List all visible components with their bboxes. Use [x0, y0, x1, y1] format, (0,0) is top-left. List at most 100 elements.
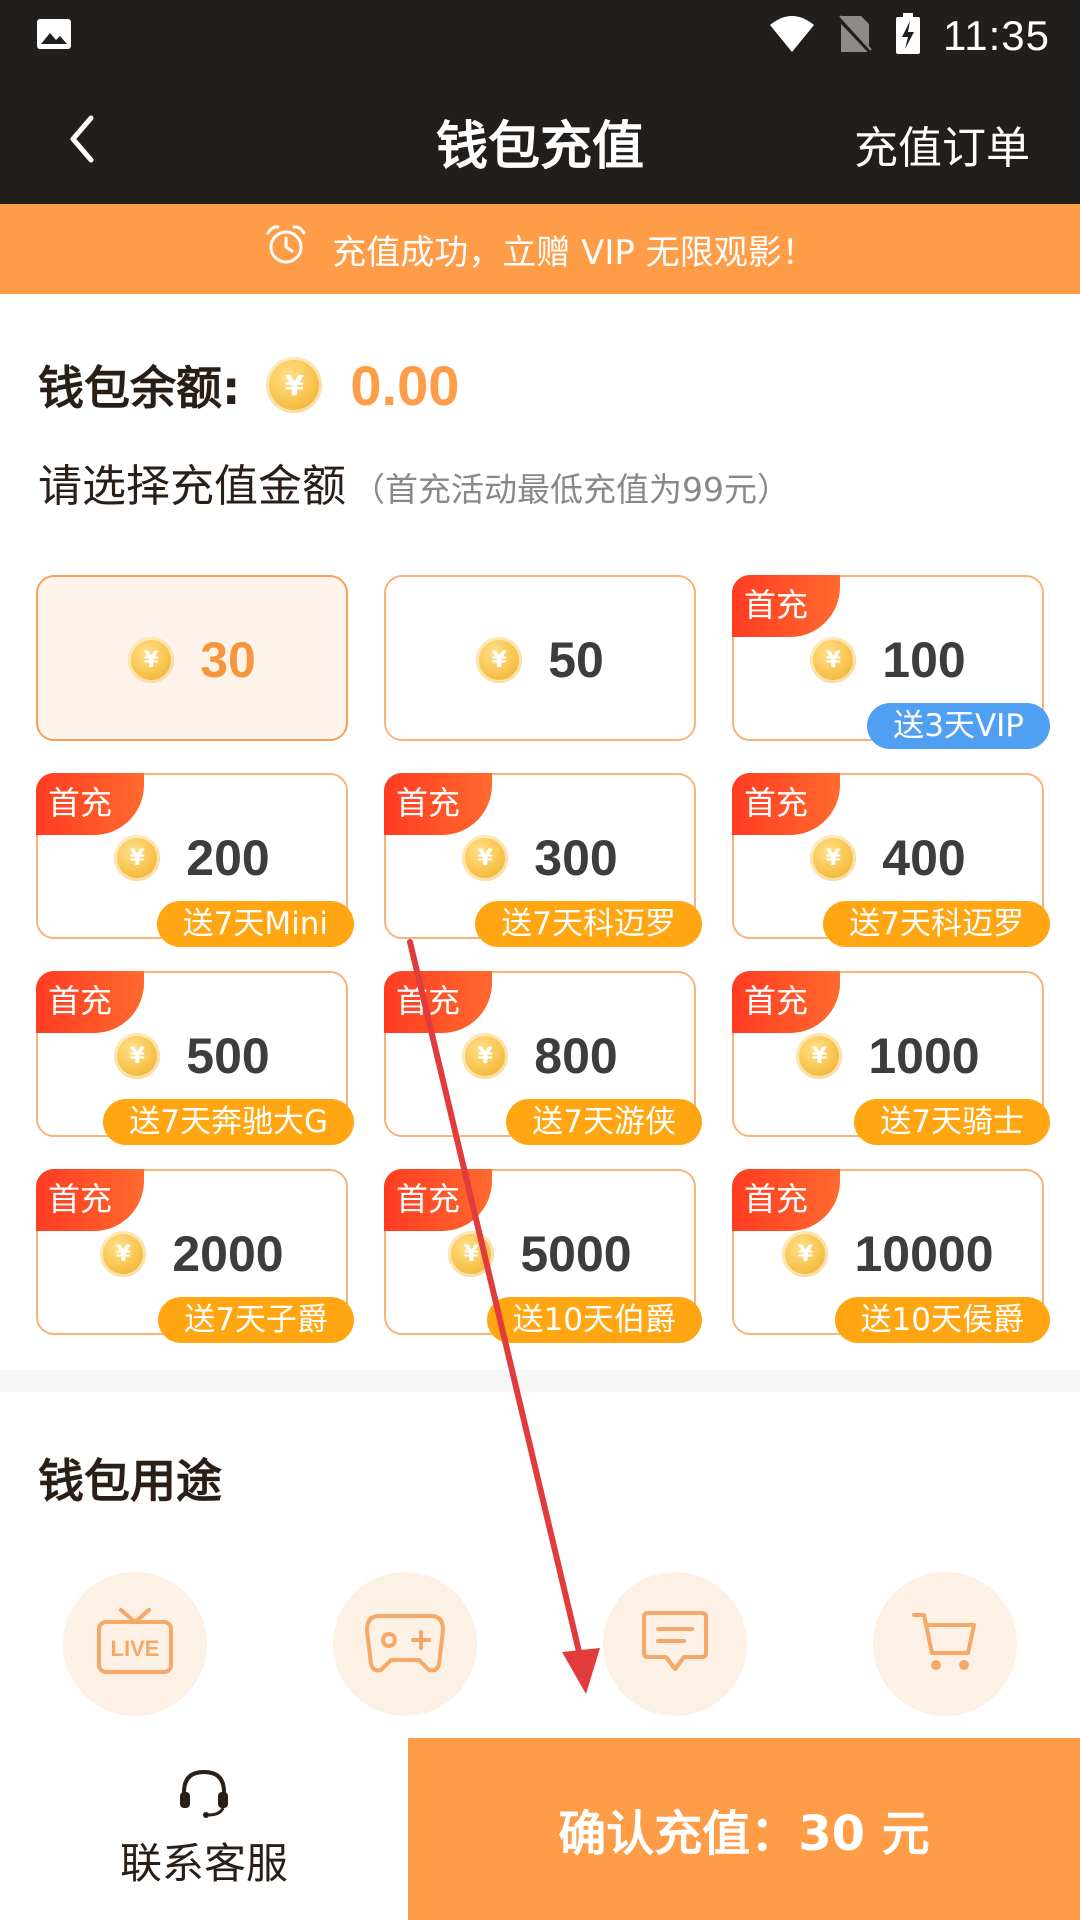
package-amount-row: ¥300 [462, 829, 618, 887]
recharge-package-card[interactable]: 首充 ¥500 送7天奔驰大G [36, 971, 354, 1145]
shopping-cart-icon [910, 1609, 980, 1679]
promo-banner: 充值成功，立赠 VIP 无限观影！ [0, 204, 1080, 294]
package-amount: 50 [548, 632, 604, 688]
package-amount: 200 [186, 830, 270, 886]
coin-icon: ¥ [266, 357, 323, 413]
recharge-package-card[interactable]: 首充 ¥800 送7天游侠 [384, 971, 702, 1145]
gift-badge: 送7天科迈罗 [823, 901, 1050, 947]
status-bar: 11:35 [0, 0, 1080, 72]
package-amount: 100 [882, 632, 966, 688]
package-amount-row: ¥10000 [782, 1225, 994, 1283]
coin-icon: ¥ [782, 1231, 829, 1277]
usage-item-games[interactable] [333, 1572, 477, 1716]
coin-icon: ¥ [114, 1033, 161, 1079]
package-amount: 1000 [868, 1028, 980, 1084]
coin-icon: ¥ [462, 835, 509, 881]
gift-badge: 送3天VIP [867, 703, 1050, 749]
recharge-package-grid: ¥30 ¥50 首充 ¥100 送3天VIP 首充 ¥200 送7天Mini 首充 ¥300 送7天… [36, 575, 1050, 1343]
coin-icon: ¥ [810, 637, 857, 683]
usage-item-live[interactable]: LIVE [63, 1572, 207, 1716]
no-sim-icon [836, 14, 874, 58]
coin-icon: ¥ [114, 835, 161, 881]
svg-text:LIVE: LIVE [111, 1636, 160, 1661]
recharge-package-card[interactable]: 首充 ¥400 送7天科迈罗 [732, 773, 1050, 947]
package-amount-row: ¥100 [810, 631, 966, 689]
gamepad-icon [363, 1610, 447, 1678]
coin-icon: ¥ [462, 1033, 509, 1079]
headset-icon [178, 1768, 230, 1822]
first-recharge-badge: 首充 [732, 1169, 840, 1231]
coin-icon: ¥ [476, 637, 523, 683]
recharge-package-card[interactable]: ¥50 [384, 575, 696, 741]
first-recharge-badge: 首充 [36, 773, 144, 835]
wallet-balance: 钱包余额: ¥ 0.00 [38, 350, 459, 420]
chat-bubble-icon [640, 1609, 710, 1679]
gift-badge: 送7天骑士 [854, 1099, 1050, 1145]
top-app-bar: 钱包充值 充值订单 [0, 72, 1080, 204]
recharge-package-card[interactable]: 首充 ¥5000 送10天伯爵 [384, 1169, 702, 1343]
first-recharge-badge: 首充 [384, 1169, 492, 1231]
package-amount: 30 [200, 632, 256, 688]
first-recharge-badge: 首充 [36, 971, 144, 1033]
customer-service-label: 联系客服 [119, 1838, 288, 1888]
gift-badge: 送10天侯爵 [834, 1297, 1050, 1343]
wallet-usage-list: LIVE [0, 1572, 1080, 1722]
image-icon [36, 18, 72, 54]
coin-icon: ¥ [128, 637, 175, 683]
first-recharge-badge: 首充 [732, 971, 840, 1033]
recharge-package-card[interactable]: 首充 ¥300 送7天科迈罗 [384, 773, 702, 947]
recharge-package-card[interactable]: 首充 ¥2000 送7天子爵 [36, 1169, 354, 1343]
live-tv-icon: LIVE [95, 1606, 175, 1682]
recharge-package-card[interactable]: 首充 ¥1000 送7天骑士 [732, 971, 1050, 1145]
gift-badge: 送7天子爵 [158, 1297, 354, 1343]
recharge-package-card[interactable]: 首充 ¥200 送7天Mini [36, 773, 354, 947]
wallet-usage-title: 钱包用途 [38, 1454, 222, 1508]
recharge-package-card[interactable]: 首充 ¥10000 送10天侯爵 [732, 1169, 1050, 1343]
package-amount-row: ¥30 [128, 631, 256, 689]
gift-badge: 送7天Mini [156, 901, 354, 947]
package-amount-row: ¥5000 [448, 1225, 632, 1283]
balance-label: 钱包余额: [38, 361, 241, 415]
package-amount: 10000 [854, 1226, 994, 1282]
bottom-action-bar: 联系客服 确认充值：30 元 [0, 1738, 1080, 1920]
package-amount-row: ¥50 [476, 631, 604, 689]
package-amount: 300 [534, 830, 618, 886]
package-amount-row: ¥800 [462, 1027, 618, 1085]
select-amount-note: （首充活动最低充值为99元） [352, 470, 790, 509]
status-time: 11:35 [943, 12, 1050, 59]
usage-item-chat[interactable] [603, 1572, 747, 1716]
package-amount: 2000 [172, 1226, 284, 1282]
package-amount: 800 [534, 1028, 618, 1084]
wifi-icon [769, 15, 815, 57]
package-amount: 500 [186, 1028, 270, 1084]
package-amount-row: ¥2000 [100, 1225, 284, 1283]
section-divider [0, 1370, 1080, 1392]
first-recharge-badge: 首充 [384, 971, 492, 1033]
battery-charging-icon [895, 13, 921, 59]
gift-badge: 送7天科迈罗 [475, 901, 702, 947]
package-amount: 400 [882, 830, 966, 886]
package-amount-row: ¥400 [810, 829, 966, 887]
coin-icon: ¥ [810, 835, 857, 881]
package-amount: 5000 [520, 1226, 632, 1282]
gift-badge: 送10天伯爵 [486, 1297, 702, 1343]
customer-service-button[interactable]: 联系客服 [0, 1738, 408, 1920]
recharge-package-card[interactable]: ¥30 [36, 575, 348, 741]
first-recharge-badge: 首充 [384, 773, 492, 835]
recharge-orders-link[interactable]: 充值订单 [854, 112, 1030, 176]
first-recharge-badge: 首充 [732, 773, 840, 835]
package-amount-row: ¥1000 [796, 1027, 980, 1085]
package-amount-row: ¥500 [114, 1027, 270, 1085]
coin-icon: ¥ [796, 1033, 843, 1079]
select-amount-heading: 请选择充值金额 （首充活动最低充值为99元） [38, 450, 790, 514]
package-amount-row: ¥200 [114, 829, 270, 887]
first-recharge-badge: 首充 [732, 575, 840, 637]
balance-value: 0.00 [350, 353, 460, 417]
confirm-recharge-button[interactable]: 确认充值：30 元 [408, 1738, 1080, 1920]
first-recharge-badge: 首充 [36, 1169, 144, 1231]
usage-item-shop[interactable] [873, 1572, 1017, 1716]
recharge-package-card[interactable]: 首充 ¥100 送3天VIP [732, 575, 1050, 749]
coin-icon: ¥ [448, 1231, 495, 1277]
promo-banner-text: 充值成功，立赠 VIP 无限观影！ [332, 232, 816, 273]
gift-badge: 送7天奔驰大G [103, 1099, 354, 1145]
